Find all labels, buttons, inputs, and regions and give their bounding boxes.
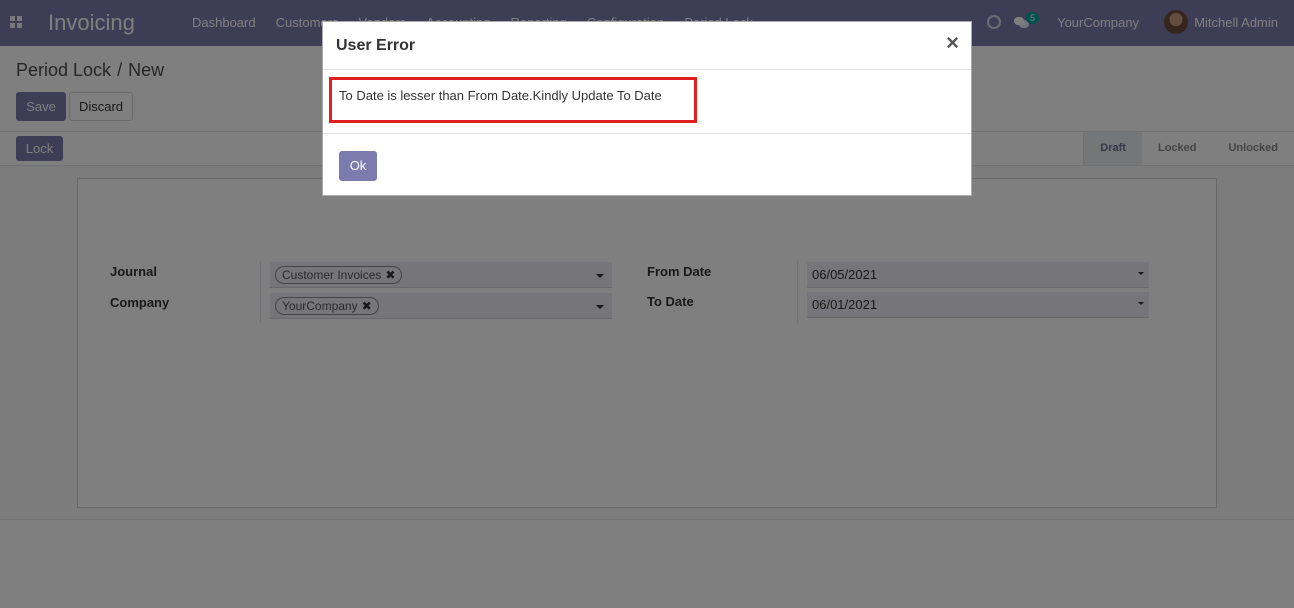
close-icon[interactable]: ×	[946, 32, 959, 54]
modal-body: To Date is lesser than From Date.Kindly …	[323, 70, 971, 134]
modal-title: User Error	[336, 37, 416, 54]
error-message: To Date is lesser than From Date.Kindly …	[339, 88, 662, 103]
error-highlight-box: To Date is lesser than From Date.Kindly …	[329, 77, 697, 123]
user-error-dialog: User Error × To Date is lesser than From…	[322, 21, 972, 196]
modal-header: User Error ×	[323, 22, 971, 70]
ok-button[interactable]: Ok	[339, 151, 377, 181]
